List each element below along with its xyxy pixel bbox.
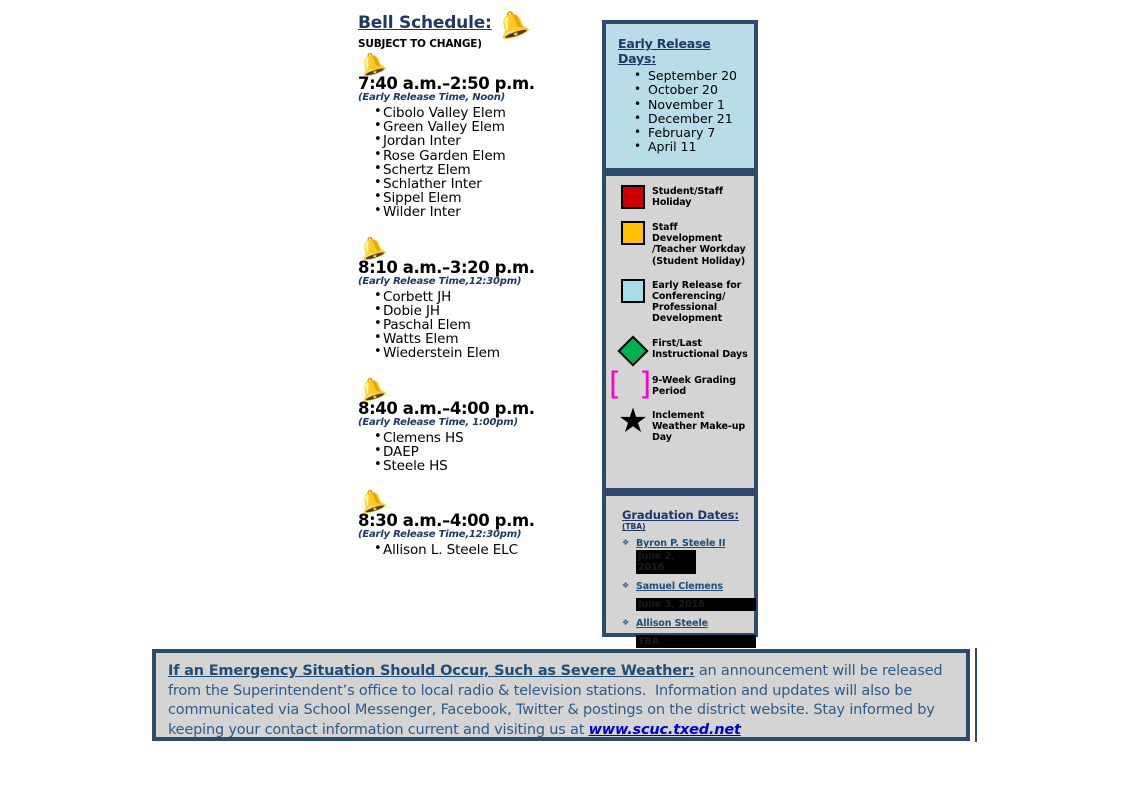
graduation-dates-panel: Graduation Dates: (TBA) Byron P. Steele … (602, 492, 758, 648)
emergency-banner-lead: If an Emergency Situation Should Occur, … (168, 663, 695, 679)
list-item: Schlather Inter (374, 176, 593, 191)
legend-icon-cell (614, 220, 652, 245)
schedule-group: 🔔 7:40 a.m.–2:50 p.m. (Early Release Tim… (356, 48, 593, 220)
early-release-days-panel: Early Release Days: September 20 October… (602, 20, 758, 172)
cyan-square-icon (621, 278, 645, 303)
graduation-date-redacted: June 2, 2016 (636, 550, 696, 574)
early-release-note: (Early Release Time, 1:00pm) (358, 416, 518, 428)
list-item: Dobie JH (374, 303, 593, 318)
list-item: Sippel Elem (374, 190, 593, 205)
legend-item-first-last-instructional-days: First/Last Instructional Days (614, 335, 748, 367)
legend-label: 9-Week Grading Period (652, 374, 736, 397)
legend-item-student-staff-holiday: Student/Staff Holiday (614, 184, 748, 209)
list-item: Green Valley Elem (374, 119, 593, 134)
list-item: November 1 (618, 97, 746, 112)
list-item: February 7 (618, 125, 746, 140)
early-release-content: Early Release Days: September 20 October… (606, 24, 754, 159)
bell-icon-row: 🔔 (356, 373, 593, 404)
legend-label: Early Release for Conferencing/ Professi… (652, 279, 742, 325)
list-item: Allison L. Steele ELC (374, 542, 593, 557)
legend-item-staff-development: Staff Development /Teacher Workday (Stud… (614, 220, 748, 267)
magenta-bracket-icon: [ ] (608, 365, 658, 402)
school-list: Cibolo Valley Elem Green Valley Elem Jor… (358, 105, 593, 220)
legend-icon-cell: ★ (614, 401, 652, 442)
list-item: October 20 (618, 82, 746, 97)
schedule-group: 🔔 8:40 a.m.–4:00 p.m. (Early Release Tim… (356, 373, 593, 474)
early-release-date-list: September 20 October 20 November 1 Decem… (618, 68, 746, 155)
schedule-time: 7:40 a.m.–2:50 p.m. (358, 74, 535, 93)
graduation-tba-note: (TBA) (622, 522, 646, 531)
graduation-entry: Samuel Clemens June 3, 2016 (622, 581, 756, 611)
black-star-icon: ★ (617, 401, 649, 442)
list-item: Watts Elem (374, 331, 593, 346)
red-square-icon (621, 185, 645, 209)
list-item: DAEP (374, 444, 593, 459)
list-item: April 11 (618, 139, 746, 154)
schedule-time: 8:40 a.m.–4:00 p.m. (358, 398, 535, 418)
graduation-school-name: Samuel Clemens (636, 581, 723, 592)
graduation-school-name: Allison Steele (636, 618, 708, 629)
bell-icon-row: 🔔 (356, 486, 593, 517)
legend-label: First/Last Instructional Days (652, 337, 748, 360)
green-diamond-icon (617, 335, 649, 367)
legend-icon-cell (614, 335, 652, 367)
bell-schedule-header: Bell Schedule: 🔔 (358, 6, 593, 43)
early-release-note: (Early Release Time,12:30pm) (358, 275, 522, 287)
list-item: Rose Garden Elem (374, 148, 593, 163)
graduation-entry: Allison Steele TBA (622, 618, 756, 648)
list-item: Wiederstein Elem (374, 345, 593, 360)
school-list: Corbett JH Dobie JH Paschal Elem Watts E… (358, 289, 593, 361)
schedule-time: 8:30 a.m.–4:00 p.m. (358, 511, 535, 531)
legend-icon-cell: [ ] (609, 368, 652, 399)
schedule-group: 🔔 8:10 a.m.–3:20 p.m. (Early Release Tim… (356, 232, 593, 361)
list-item: Paschal Elem (374, 317, 593, 332)
school-list: Allison L. Steele ELC (358, 542, 593, 557)
legend-icon-cell (614, 278, 652, 303)
bell-icon: 🔔 (493, 5, 533, 43)
graduation-date-redacted: TBA (636, 635, 756, 648)
legend-icon-cell (614, 184, 652, 209)
early-release-title: Early Release Days: (618, 36, 711, 66)
schedule-group: 🔔 8:30 a.m.–4:00 p.m. (Early Release Tim… (356, 486, 593, 558)
legend-label: Inclement Weather Make-up Day (652, 410, 746, 444)
early-release-note: (Early Release Time,12:30pm) (358, 529, 522, 541)
list-item: Wilder Inter (374, 204, 593, 219)
bell-icon-row: 🔔 (356, 48, 593, 79)
early-release-note: (Early Release Time, Noon) (358, 92, 505, 103)
list-item: Corbett JH (374, 289, 593, 304)
legend-label: Staff Development /Teacher Workday (Stud… (652, 222, 746, 267)
list-item: Clemens HS (374, 430, 593, 445)
bell-icon-row: 🔔 (356, 232, 593, 263)
list-item: December 21 (618, 111, 746, 126)
legend-content: Student/Staff Holiday Staff Development … (606, 176, 754, 459)
emergency-information-banner: If an Emergency Situation Should Occur, … (152, 649, 970, 741)
bell-schedule-section: Bell Schedule: 🔔 SUBJECT TO CHANGE) 🔔 7:… (356, 6, 593, 558)
list-item: Cibolo Valley Elem (374, 105, 593, 120)
emergency-banner-text: If an Emergency Situation Should Occur, … (168, 662, 954, 740)
schedule-time: 8:10 a.m.–3:20 p.m. (358, 257, 535, 277)
graduation-school-name: Byron P. Steele II (636, 538, 726, 549)
list-item: September 20 (618, 68, 746, 83)
legend-label: Student/Staff Holiday (652, 186, 723, 209)
district-website-link[interactable]: www.scuc.txed.net (589, 722, 741, 738)
list-item: Jordan Inter (374, 133, 593, 148)
page-title: Bell Schedule: (358, 13, 492, 33)
graduation-entry: Byron P. Steele II June 2, 2016 (622, 538, 748, 574)
list-item: Schertz Elem (374, 162, 593, 177)
banner-edge-divider (975, 648, 977, 742)
school-list: Clemens HS DAEP Steele HS (358, 430, 593, 474)
bell-schedule-subtitle: SUBJECT TO CHANGE) (358, 38, 482, 50)
graduation-title: Graduation Dates: (622, 508, 739, 522)
graduation-date-redacted: June 3, 2016 (636, 598, 756, 611)
graduation-content: Graduation Dates: (TBA) Byron P. Steele … (606, 496, 756, 652)
yellow-square-icon (621, 221, 645, 245)
legend-item-nine-week-grading-period: [ ] 9-Week Grading Period (609, 368, 748, 399)
calendar-legend-panel: Student/Staff Holiday Staff Development … (602, 172, 758, 492)
legend-item-inclement-weather-makeup: ★ Inclement Weather Make-up Day (614, 401, 748, 444)
legend-item-early-release-conferencing: Early Release for Conferencing/ Professi… (614, 278, 748, 325)
list-item: Steele HS (374, 458, 593, 473)
